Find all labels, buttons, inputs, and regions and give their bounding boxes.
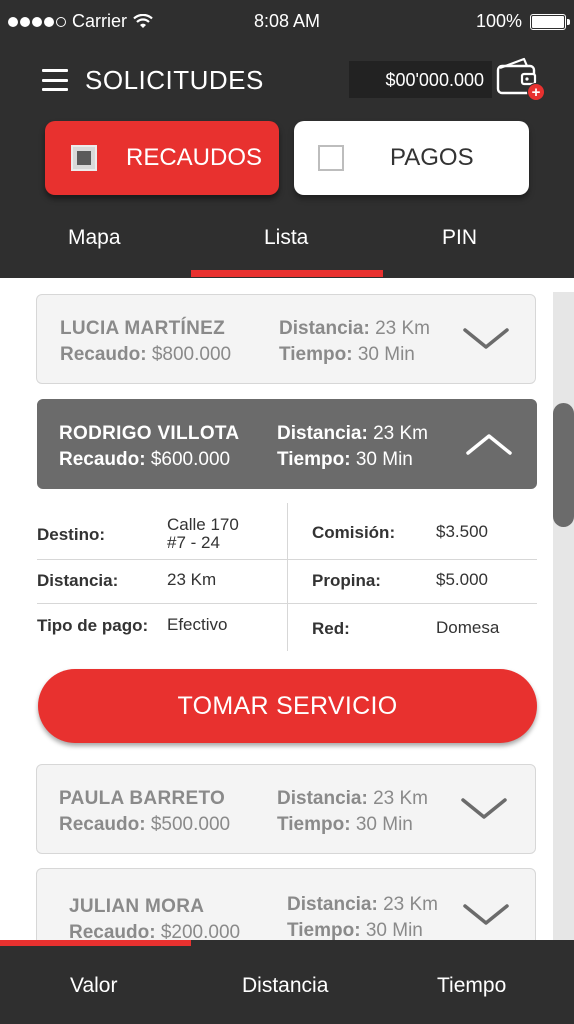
item-time: Tiempo: 30 Min bbox=[277, 814, 413, 835]
checkbox-icon[interactable] bbox=[318, 145, 344, 171]
checkbox-icon[interactable] bbox=[71, 145, 97, 171]
item-time: Tiempo: 30 Min bbox=[277, 449, 413, 470]
item-amount: Recaudo: $500.000 bbox=[59, 814, 231, 835]
tab-indicator bbox=[191, 270, 383, 277]
list-item[interactable]: PAULA BARRETO Recaudo: $500.000 Distanci… bbox=[36, 764, 536, 854]
red-value: Domesa bbox=[436, 618, 500, 637]
balance-display: $00'000.000 bbox=[349, 61, 492, 98]
destino-value: Calle 170 #7 - 24 bbox=[167, 515, 239, 552]
divider bbox=[37, 559, 537, 560]
destino-label: Destino: bbox=[37, 525, 105, 544]
divider bbox=[37, 603, 537, 604]
menu-icon[interactable] bbox=[42, 69, 68, 91]
sort-tiempo[interactable]: Tiempo bbox=[437, 974, 506, 998]
list-item[interactable]: LUCIA MARTÍNEZ Recaudo: $800.000 Distanc… bbox=[36, 294, 536, 384]
tab-lista[interactable]: Lista bbox=[264, 226, 308, 250]
tomar-servicio-button[interactable]: TOMAR SERVICIO bbox=[38, 669, 537, 743]
distancia-value: 23 Km bbox=[167, 570, 217, 589]
sort-indicator bbox=[0, 940, 191, 946]
comision-label: Comisión: bbox=[312, 523, 396, 542]
item-amount: Recaudo: $600.000 bbox=[59, 449, 231, 470]
chevron-down-icon[interactable] bbox=[460, 795, 508, 823]
list-item[interactable]: JULIAN MORA Recaudo: $200.000 Distancia:… bbox=[36, 868, 536, 940]
item-name: RODRIGO VILLOTA bbox=[59, 423, 240, 444]
nav-bar: SOLICITUDES $00'000.000 + bbox=[0, 55, 574, 105]
pagos-toggle[interactable]: PAGOS bbox=[294, 121, 529, 195]
distancia-label: Distancia: bbox=[37, 571, 119, 590]
request-list[interactable]: LUCIA MARTÍNEZ Recaudo: $800.000 Distanc… bbox=[0, 278, 574, 940]
chevron-down-icon[interactable] bbox=[462, 325, 510, 353]
chevron-down-icon[interactable] bbox=[462, 901, 510, 929]
scroll-thumb[interactable] bbox=[553, 403, 574, 527]
propina-label: Propina: bbox=[312, 571, 381, 590]
red-label: Red: bbox=[312, 619, 350, 638]
recaudos-label: RECAUDOS bbox=[126, 144, 263, 171]
divider bbox=[287, 503, 288, 651]
item-name: JULIAN MORA bbox=[69, 896, 205, 917]
status-right: 100% bbox=[475, 11, 570, 32]
comision-value: $3.500 bbox=[436, 522, 488, 541]
item-amount: Recaudo: $200.000 bbox=[69, 922, 241, 940]
tab-mapa[interactable]: Mapa bbox=[68, 226, 121, 250]
request-details: Destino: Calle 170 #7 - 24 Comisión: $3.5… bbox=[37, 503, 537, 651]
item-distance: Distancia: 23 Km bbox=[277, 423, 429, 444]
battery-label: 100% bbox=[475, 11, 522, 31]
item-amount: Recaudo: $800.000 bbox=[60, 344, 232, 365]
page-title: SOLICITUDES bbox=[85, 65, 264, 95]
pagos-label: PAGOS bbox=[390, 144, 474, 171]
battery-icon bbox=[530, 13, 570, 30]
item-time: Tiempo: 30 Min bbox=[279, 344, 415, 365]
propina-value: $5.000 bbox=[436, 570, 488, 589]
chevron-up-icon[interactable] bbox=[465, 430, 513, 458]
sort-valor[interactable]: Valor bbox=[70, 974, 117, 998]
item-distance: Distancia: 23 Km bbox=[279, 318, 431, 339]
item-time: Tiempo: 30 Min bbox=[287, 920, 423, 940]
status-bar: Carrier 8:08 AM 100% bbox=[0, 0, 574, 44]
item-distance: Distancia: 23 Km bbox=[277, 788, 429, 809]
item-name: LUCIA MARTÍNEZ bbox=[60, 318, 225, 339]
wallet-add-badge[interactable]: + bbox=[527, 83, 545, 101]
tipo-pago-value: Efectivo bbox=[167, 615, 228, 634]
scroll-track[interactable] bbox=[553, 292, 574, 940]
item-name: PAULA BARRETO bbox=[59, 788, 226, 809]
sort-bar: Valor Distancia Tiempo bbox=[0, 940, 574, 1024]
tab-bar: Mapa Lista PIN bbox=[0, 218, 574, 278]
list-item[interactable]: RODRIGO VILLOTA Recaudo: $600.000 Distan… bbox=[37, 399, 537, 489]
tab-pin[interactable]: PIN bbox=[442, 226, 477, 250]
tipo-pago-label: Tipo de pago: bbox=[37, 616, 149, 635]
sort-distancia[interactable]: Distancia bbox=[242, 974, 328, 998]
item-distance: Distancia: 23 Km bbox=[287, 894, 439, 915]
recaudos-toggle[interactable]: RECAUDOS bbox=[45, 121, 279, 195]
header: Carrier 8:08 AM 100% SOLICITUDES $00'000… bbox=[0, 0, 574, 278]
